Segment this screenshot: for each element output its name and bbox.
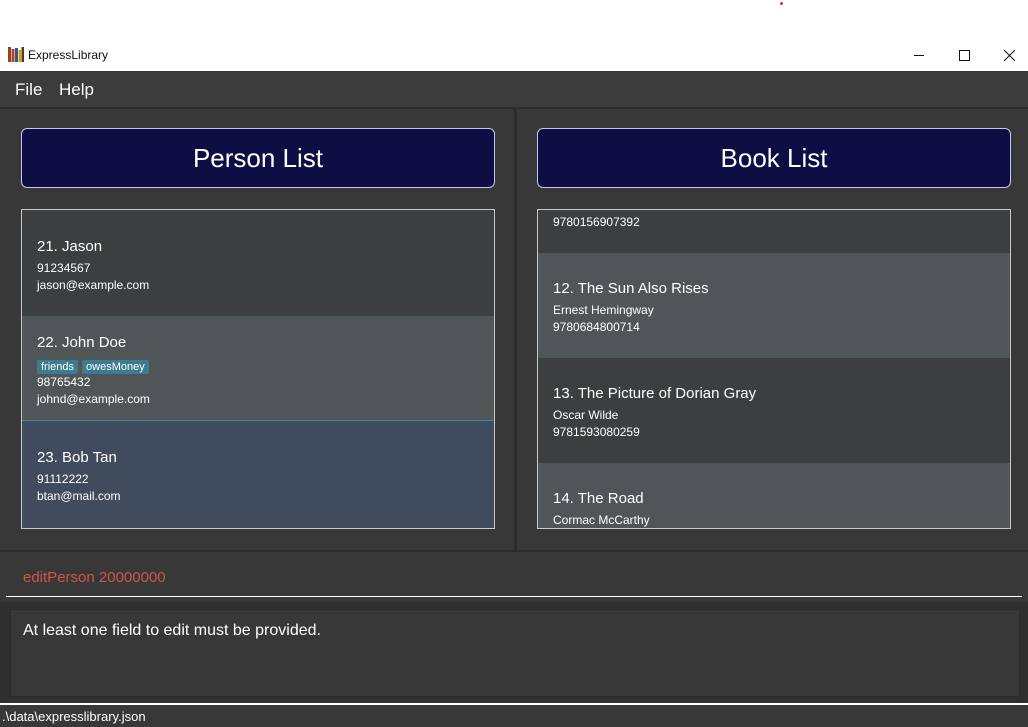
book-isbn: 9780156907392 [553,215,640,229]
book-card[interactable]: 13. The Picture of Dorian Gray Oscar Wil… [538,358,1010,463]
book-isbn: 9780684800714 [553,320,640,334]
book-title: 14. The Road [553,490,644,507]
data-file-path: .\data\expresslibrary.json [2,709,146,724]
book-author: Oscar Wilde [553,408,619,422]
window-titlebar: ExpressLibrary [0,40,1028,71]
person-name: 22. John Doe [37,334,127,351]
command-box: editPerson 20000000 [0,550,1028,604]
cursor-dot [780,2,783,5]
status-bar: .\data\expresslibrary.json [0,705,1028,727]
person-list[interactable]: 21. Jason 91234567 jason@example.com 22.… [21,209,495,529]
result-display: At least one field to edit must be provi… [10,609,1020,697]
person-phone: 91234567 [37,261,91,275]
book-isbn: 9781593080259 [553,425,640,439]
book-author: Ernest Hemingway [553,303,654,317]
panel-divider [514,107,517,550]
result-message: At least one field to edit must be provi… [23,622,321,639]
book-title: 13. The Picture of Dorian Gray [553,385,757,402]
command-underline [6,596,1022,597]
close-icon [1003,50,1015,61]
book-card[interactable]: 9780156907392 [538,210,1010,253]
person-name: 23. Bob Tan [37,449,117,466]
books-icon [8,47,24,62]
menu-help[interactable]: Help [59,80,94,100]
maximize-button[interactable] [941,40,987,71]
person-list-header: Person List [21,128,495,188]
book-card[interactable]: 14. The Road Cormac McCarthy [538,463,1010,528]
person-card-selected[interactable]: 23. Bob Tan 91112222 btan@mail.com [22,421,494,528]
person-phone: 91112222 [37,472,89,486]
tag-badge: friends [37,360,79,374]
person-email: jason@example.com [37,278,150,292]
menu-bar: File Help [0,71,1028,107]
book-author: Cormac McCarthy [553,513,650,527]
book-title: 12. The Sun Also Rises [553,280,709,297]
person-name: 21. Jason [37,238,103,255]
person-card[interactable]: 21. Jason 91234567 jason@example.com [22,210,494,316]
minimize-button[interactable] [896,40,942,71]
person-card[interactable]: 22. John Doe friends owesMoney 98765432 j… [22,316,494,421]
minimize-icon [913,55,924,56]
command-input[interactable]: editPerson 20000000 [23,569,166,586]
result-area: At least one field to edit must be provi… [0,602,1028,703]
close-button[interactable] [986,40,1028,71]
person-phone: 98765432 [37,375,91,389]
tag-badge: owesMoney [82,360,149,374]
book-list-header: Book List [537,128,1011,188]
book-card[interactable]: 12. The Sun Also Rises Ernest Hemingway … [538,253,1010,358]
window-title: ExpressLibrary [28,48,109,62]
person-email: johnd@example.com [37,392,150,406]
maximize-icon [958,50,970,61]
book-list[interactable]: 9780156907392 12. The Sun Also Rises Ern… [537,209,1011,529]
menu-file[interactable]: File [15,80,42,100]
person-email: btan@mail.com [37,489,121,503]
